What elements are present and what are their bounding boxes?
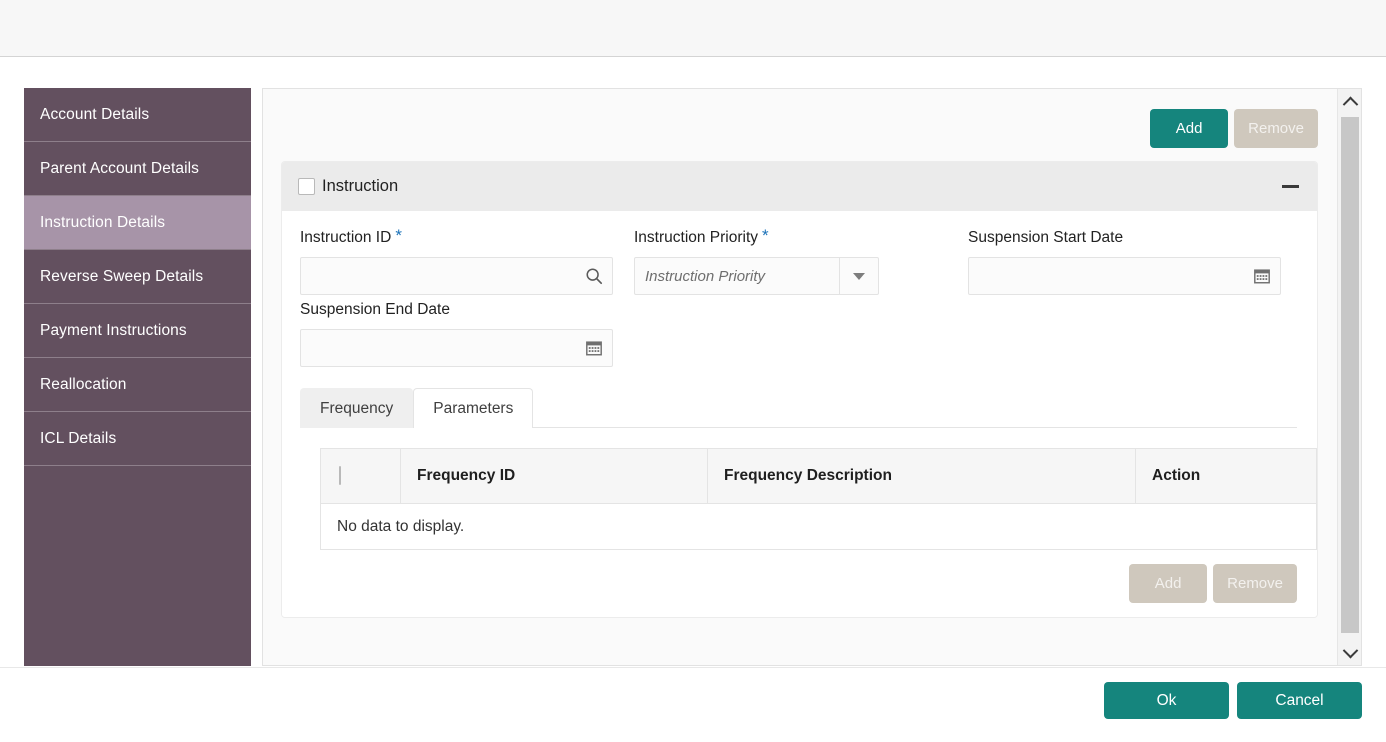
sidebar-nav: Account Details Parent Account Details I… bbox=[24, 88, 251, 666]
field-instruction-priority: Instruction Priority * Instruction Prior… bbox=[634, 226, 968, 295]
select-all-header bbox=[320, 448, 401, 504]
instruction-card: Instruction Instruction ID * Instruction… bbox=[281, 161, 1318, 618]
column-header-frequency-description[interactable]: Frequency Description bbox=[707, 448, 1136, 504]
panel-toolbar: Add Remove bbox=[1150, 109, 1318, 148]
sidebar-item-instruction-details[interactable]: Instruction Details bbox=[24, 196, 251, 250]
minus-icon[interactable] bbox=[1282, 185, 1299, 188]
dialog-footer: Ok Cancel bbox=[1104, 682, 1362, 719]
instruction-id-input[interactable] bbox=[301, 258, 612, 294]
required-asterisk: * bbox=[762, 226, 769, 245]
label-text: Instruction ID bbox=[300, 229, 392, 246]
footer-divider bbox=[0, 667, 1386, 668]
sidebar-item-label: Reallocation bbox=[40, 375, 127, 393]
chevron-down-icon[interactable] bbox=[1338, 641, 1361, 665]
field-row-1: Instruction ID * Instruction Priority * … bbox=[300, 226, 1297, 295]
field-instruction-id: Instruction ID * bbox=[300, 226, 634, 295]
scrollbar-thumb[interactable] bbox=[1341, 117, 1359, 633]
column-header-action[interactable]: Action bbox=[1135, 448, 1317, 504]
instruction-priority-value: Instruction Priority bbox=[645, 267, 766, 285]
suspension-start-date-label: Suspension Start Date bbox=[968, 229, 1297, 250]
sidebar-item-label: Parent Account Details bbox=[40, 159, 200, 177]
table-remove-button[interactable]: Remove bbox=[1213, 564, 1297, 603]
sidebar-item-label: ICL Details bbox=[40, 429, 117, 447]
sidebar-item-label: Account Details bbox=[40, 105, 150, 123]
instruction-card-header: Instruction bbox=[282, 162, 1317, 211]
suspension-end-date-input[interactable] bbox=[301, 330, 612, 366]
cancel-button[interactable]: Cancel bbox=[1237, 682, 1362, 719]
sidebar-item-icl-details[interactable]: ICL Details bbox=[24, 412, 251, 466]
chevron-up-icon[interactable] bbox=[1338, 89, 1361, 113]
add-button[interactable]: Add bbox=[1150, 109, 1229, 148]
instruction-card-body: Instruction ID * Instruction Priority * … bbox=[282, 211, 1317, 617]
chevron-down-shape bbox=[1342, 642, 1358, 658]
sidebar-item-account-details[interactable]: Account Details bbox=[24, 88, 251, 142]
tab-label: Frequency bbox=[320, 400, 394, 417]
field-suspension-end-date: Suspension End Date bbox=[300, 301, 635, 367]
frequency-table-body: No data to display. bbox=[320, 503, 1317, 550]
tab-parameters[interactable]: Parameters bbox=[413, 388, 534, 428]
select-all-checkbox[interactable] bbox=[339, 466, 341, 485]
chevron-up-shape bbox=[1342, 96, 1358, 112]
column-header-frequency-id[interactable]: Frequency ID bbox=[400, 448, 708, 504]
suspension-start-date-input-wrap bbox=[968, 257, 1281, 295]
panel-scroll-area: Add Remove Instruction Instruction ID * … bbox=[263, 89, 1338, 665]
required-asterisk: * bbox=[395, 226, 402, 245]
tab-bar: Frequency Parameters bbox=[300, 387, 1297, 428]
sidebar-item-reallocation[interactable]: Reallocation bbox=[24, 358, 251, 412]
frequency-table-head: Frequency ID Frequency Description Actio… bbox=[320, 448, 1317, 504]
content-panel: Add Remove Instruction Instruction ID * … bbox=[262, 88, 1362, 666]
instruction-title: Instruction bbox=[322, 177, 399, 195]
field-row-2: Suspension End Date bbox=[300, 301, 1297, 367]
caret-shape bbox=[853, 272, 865, 280]
ok-button[interactable]: Ok bbox=[1104, 682, 1229, 719]
label-text: Suspension End Date bbox=[300, 301, 450, 318]
tab-frequency[interactable]: Frequency bbox=[300, 388, 414, 428]
table-add-button[interactable]: Add bbox=[1129, 564, 1208, 603]
sidebar-item-label: Instruction Details bbox=[40, 213, 166, 231]
sidebar-item-payment-instructions[interactable]: Payment Instructions bbox=[24, 304, 251, 358]
label-text: Suspension Start Date bbox=[968, 229, 1124, 246]
instruction-priority-select[interactable]: Instruction Priority bbox=[634, 257, 879, 295]
table-header-row: Frequency ID Frequency Description Actio… bbox=[320, 448, 1317, 504]
sidebar-item-reverse-sweep-details[interactable]: Reverse Sweep Details bbox=[24, 250, 251, 304]
chevron-down-icon[interactable] bbox=[839, 258, 878, 294]
instruction-id-input-wrap bbox=[300, 257, 613, 295]
panel-scrollbar[interactable] bbox=[1337, 89, 1361, 665]
suspension-end-date-label: Suspension End Date bbox=[300, 301, 635, 322]
remove-button[interactable]: Remove bbox=[1234, 109, 1318, 148]
table-empty-row: No data to display. bbox=[320, 503, 1317, 550]
frequency-table-wrap: Frequency ID Frequency Description Actio… bbox=[320, 448, 1317, 603]
table-action-buttons: Add Remove bbox=[320, 564, 1297, 603]
suspension-start-date-input[interactable] bbox=[969, 258, 1280, 294]
sidebar-filler bbox=[24, 466, 251, 666]
frequency-table: Frequency ID Frequency Description Actio… bbox=[320, 448, 1317, 550]
app-root: Account Details Parent Account Details I… bbox=[0, 0, 1386, 742]
field-suspension-start-date: Suspension Start Date bbox=[968, 229, 1297, 295]
sidebar-item-label: Payment Instructions bbox=[40, 321, 187, 339]
instruction-id-label: Instruction ID * bbox=[300, 226, 634, 250]
label-text: Instruction Priority bbox=[634, 229, 759, 246]
suspension-end-date-input-wrap bbox=[300, 329, 613, 367]
sidebar-item-label: Reverse Sweep Details bbox=[40, 267, 204, 285]
instruction-priority-label: Instruction Priority * bbox=[634, 226, 968, 250]
top-bar bbox=[0, 0, 1386, 57]
tab-label: Parameters bbox=[433, 400, 514, 417]
sidebar-item-parent-account-details[interactable]: Parent Account Details bbox=[24, 142, 251, 196]
empty-message: No data to display. bbox=[320, 503, 1317, 550]
instruction-checkbox[interactable] bbox=[298, 178, 315, 195]
